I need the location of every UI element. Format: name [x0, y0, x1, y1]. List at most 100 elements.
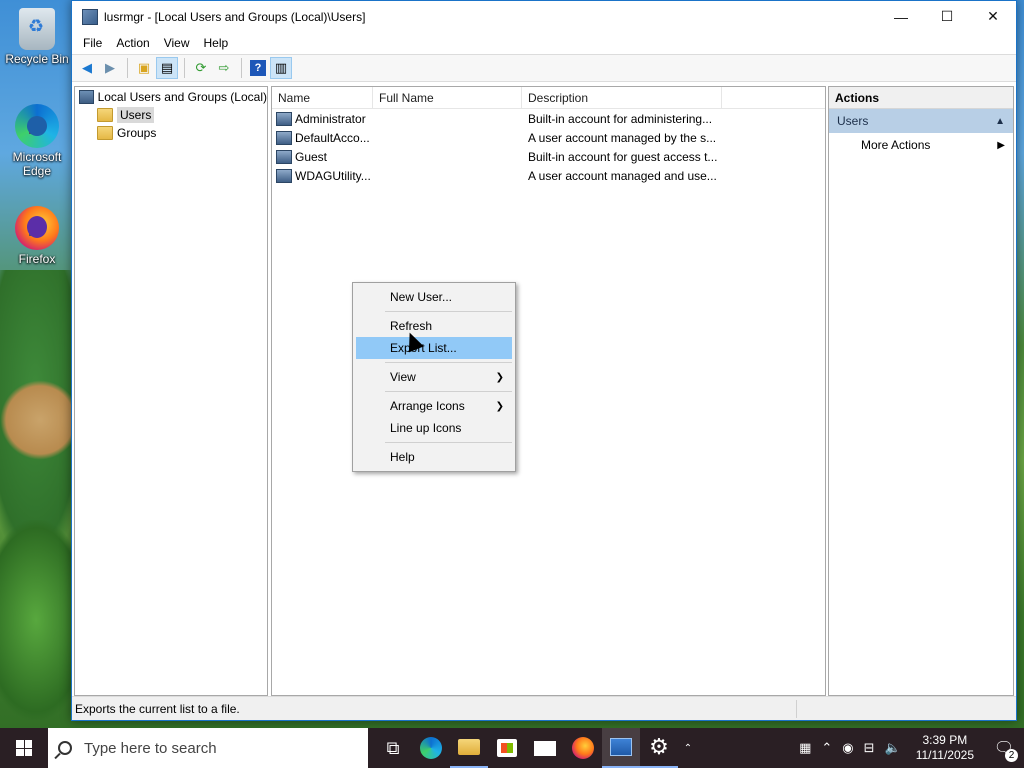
tree-item-groups[interactable]: Groups: [75, 124, 267, 142]
chevron-right-icon: ▶: [997, 139, 1005, 151]
meet-now-icon[interactable]: ◉: [837, 740, 858, 756]
maximize-button[interactable]: ☐: [924, 1, 970, 32]
action-label: More Actions: [861, 138, 931, 152]
taskbar-firefox[interactable]: [564, 728, 602, 768]
column-header-name[interactable]: Name: [272, 87, 373, 108]
refresh-icon[interactable]: ⟳: [190, 57, 212, 79]
computer-icon: [79, 90, 94, 104]
menu-help[interactable]: Help: [197, 36, 236, 50]
user-icon: [276, 111, 292, 126]
tree-item-label: Users: [117, 107, 155, 123]
actions-section-users[interactable]: Users ▲: [829, 109, 1013, 133]
menu-separator: [385, 442, 512, 443]
show-hidden-icons-chevron-icon[interactable]: ⌃: [816, 740, 837, 756]
back-icon[interactable]: ◀: [76, 57, 98, 79]
taskbar-overflow[interactable]: ⌃: [678, 728, 698, 768]
show-hide-tree-icon[interactable]: ▤: [156, 57, 178, 79]
list-item[interactable]: WDAGUtility... A user account managed an…: [272, 166, 825, 185]
lusrmgr-window: lusrmgr - [Local Users and Groups (Local…: [71, 0, 1017, 721]
mmc-console-icon: [610, 738, 632, 756]
toolbar-separator: [184, 58, 185, 78]
up-folder-icon[interactable]: ▣: [133, 57, 155, 79]
menu-separator: [385, 311, 512, 312]
menu-item-help[interactable]: Help: [356, 446, 512, 468]
clock[interactable]: 3:39 PM 11/11/2025: [906, 733, 984, 763]
toolbar: ◀ ▶ ▣ ▤ ⟳ ⇨ ? ▥: [72, 54, 1016, 82]
desktop-icon-label: Microsoft Edge: [12, 150, 62, 178]
tree-root-label: Local Users and Groups (Local): [97, 90, 267, 104]
tree-item-users[interactable]: Users: [75, 106, 267, 124]
desktop-icon-recycle-bin[interactable]: Recycle Bin: [4, 8, 70, 66]
menu-item-label: View: [390, 370, 416, 384]
start-button[interactable]: [0, 728, 48, 768]
actions-header: Actions: [829, 87, 1013, 109]
list-item[interactable]: Administrator Built-in account for admin…: [272, 109, 825, 128]
actions-pane: Actions Users ▲ More Actions ▶: [828, 86, 1014, 696]
tree-root[interactable]: Local Users and Groups (Local): [75, 88, 267, 106]
column-header-description[interactable]: Description: [522, 87, 722, 108]
volume-muted-icon[interactable]: 🔈: [880, 740, 906, 756]
collapse-up-icon[interactable]: ▲: [995, 116, 1005, 127]
menu-item-new-user[interactable]: New User...: [356, 286, 512, 308]
close-button[interactable]: ✕: [970, 1, 1016, 32]
task-view-button[interactable]: ⧉: [374, 728, 412, 768]
taskbar-search-box[interactable]: Type here to search: [48, 728, 368, 768]
action-more-actions[interactable]: More Actions ▶: [829, 133, 1013, 157]
menu-bar: File Action View Help: [72, 32, 1016, 54]
recycle-bin-icon: [19, 8, 55, 50]
export-list-icon[interactable]: ⇨: [213, 57, 235, 79]
task-view-icon: ⧉: [386, 737, 400, 758]
folder-icon: [97, 126, 113, 140]
windows-logo-icon: [16, 740, 32, 756]
desktop-icon-label: Recycle Bin: [5, 52, 69, 66]
column-header-full-name[interactable]: Full Name: [373, 87, 522, 108]
help-icon: ?: [250, 60, 266, 76]
taskbar: Type here to search ⧉ ⚙ ⌃ ▦ ⌃ ◉ ⊟ 🔈 3:39…: [0, 728, 1024, 768]
file-explorer-icon: [458, 739, 480, 755]
console-tree: Local Users and Groups (Local) Users Gro…: [74, 86, 268, 696]
taskbar-settings[interactable]: ⚙: [640, 728, 678, 768]
taskbar-file-explorer[interactable]: [450, 728, 488, 768]
menu-action[interactable]: Action: [109, 36, 156, 50]
firefox-icon: ↗: [15, 206, 59, 250]
chevron-up-down-icon: ⌃: [683, 742, 693, 754]
list-item[interactable]: Guest Built-in account for guest access …: [272, 147, 825, 166]
toolbar-separator: [241, 58, 242, 78]
menu-item-view[interactable]: View ❯: [356, 366, 512, 388]
user-icon: [276, 168, 292, 183]
taskbar-mail[interactable]: [526, 728, 564, 768]
help-button[interactable]: ?: [247, 57, 269, 79]
menu-item-arrange-icons[interactable]: Arrange Icons ❯: [356, 395, 512, 417]
list-item[interactable]: DefaultAcco... A user account managed by…: [272, 128, 825, 147]
system-tray: ▦ ⌃ ◉ ⊟ 🔈 3:39 PM 11/11/2025 🗨 2: [794, 728, 1024, 768]
user-description: Built-in account for guest access t...: [528, 149, 718, 164]
menu-item-export-list[interactable]: Export List...: [356, 337, 512, 359]
menu-file[interactable]: File: [76, 36, 109, 50]
taskbar-store[interactable]: [488, 728, 526, 768]
minimize-button[interactable]: —: [878, 1, 924, 32]
menu-item-line-up-icons[interactable]: Line up Icons: [356, 417, 512, 439]
desktop-icon-edge[interactable]: ↗ Microsoft Edge: [4, 104, 70, 178]
context-menu: New User... Refresh Export List... View …: [352, 282, 516, 472]
desktop-icon-firefox[interactable]: ↗ Firefox: [4, 206, 70, 266]
desktop-icon-label: Firefox: [18, 252, 56, 266]
forward-icon[interactable]: ▶: [99, 57, 121, 79]
news-icon[interactable]: ▦: [794, 740, 816, 756]
user-name: Administrator: [295, 111, 366, 126]
notification-center-button[interactable]: 🗨 2: [984, 728, 1024, 768]
user-description: Built-in account for administering...: [528, 111, 713, 126]
gear-icon: ⚙: [649, 734, 669, 759]
user-description: A user account managed by the s...: [528, 130, 717, 145]
taskbar-mmc[interactable]: [602, 728, 640, 768]
title-bar[interactable]: lusrmgr - [Local Users and Groups (Local…: [72, 1, 1016, 32]
taskbar-edge[interactable]: [412, 728, 450, 768]
menu-item-refresh[interactable]: Refresh: [356, 315, 512, 337]
user-icon: [276, 130, 292, 145]
folder-icon: [97, 108, 113, 122]
user-icon: [276, 149, 292, 164]
network-icon[interactable]: ⊟: [859, 740, 880, 756]
clock-date: 11/11/2025: [915, 748, 974, 762]
menu-view[interactable]: View: [157, 36, 197, 50]
edge-icon: [420, 737, 442, 759]
show-hide-action-pane-icon[interactable]: ▥: [270, 57, 292, 79]
